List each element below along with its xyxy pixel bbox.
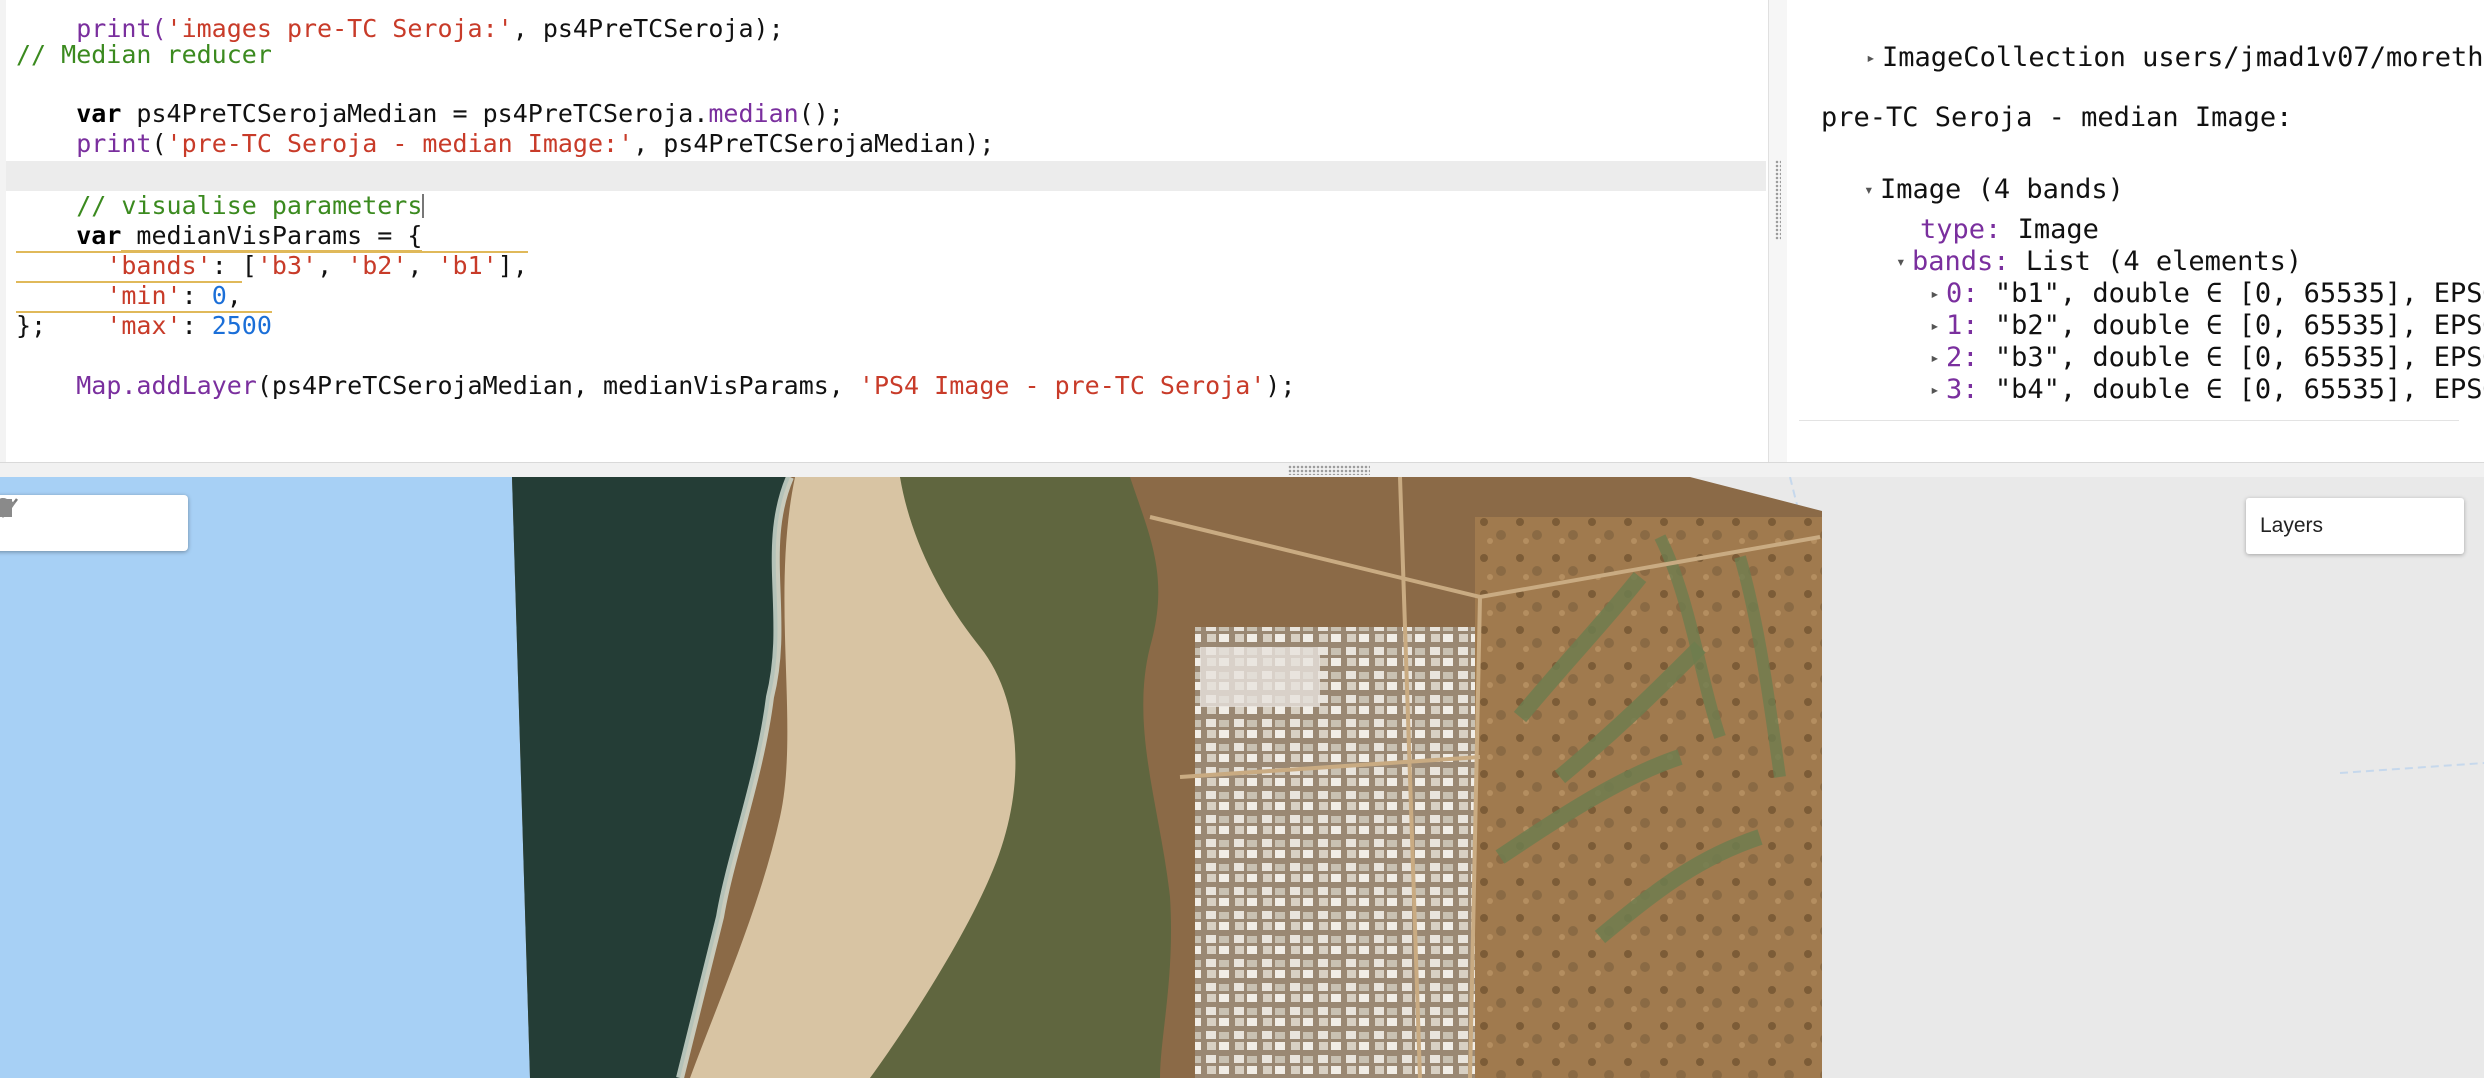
console-print-label: pre-TC Seroja - median Image: — [1821, 102, 2293, 133]
code-comment-vis[interactable]: // visualise parameters — [16, 161, 425, 220]
expand-triangle-icon[interactable]: ▸ — [1930, 374, 1946, 406]
ocean-area — [0, 477, 540, 1078]
console-bands-row[interactable]: ▾ bands: List (4 elements) — [1831, 214, 2302, 277]
editor-gutter — [0, 0, 6, 462]
code-token: 'images pre-TC Seroja:' — [166, 14, 513, 43]
code-token: , ps4PreTCSerojaMedian); — [633, 129, 995, 158]
code-token: ], — [497, 251, 528, 280]
editor-resize-handle[interactable] — [1768, 0, 1788, 462]
layers-button[interactable]: Layers — [2246, 498, 2464, 554]
map-view[interactable]: Layers — [0, 477, 2484, 1078]
console-key: 3: — [1946, 374, 1979, 405]
code-line-vis-open[interactable]: var medianVisParams = { — [16, 191, 423, 252]
code-token: ); — [1265, 371, 1296, 400]
console-collection-text: ImageCollection users/jmad1v07/morethanm… — [1882, 42, 2484, 73]
code-token: 'b1' — [437, 251, 498, 280]
console-band-row[interactable]: ▸2: "b3", double ∈ [0, 65535], EPSG:4326 — [1865, 310, 2484, 373]
grip-dots-icon — [1775, 160, 1781, 240]
grip-dots-icon — [1288, 465, 1370, 475]
code-token: (ps4PreTCSerojaMedian, medianVisParams, — [256, 371, 859, 400]
code-line-print-images[interactable]: print('images pre-TC Seroja:', ps4PreTCS… — [16, 0, 783, 43]
code-line-close[interactable]: }; — [16, 311, 46, 341]
code-line-bands[interactable]: 'bands': ['b3', 'b2', 'b1'], — [16, 221, 528, 280]
text-cursor — [422, 194, 425, 218]
code-editor[interactable]: print('images pre-TC Seroja:', ps4PreTCS… — [0, 0, 1768, 462]
basemap-area — [1815, 477, 2484, 1078]
code-token: , — [407, 251, 438, 280]
code-token: : — [181, 311, 212, 340]
drawing-toolbar — [0, 495, 188, 551]
code-comment-median[interactable]: // Median reducer — [16, 40, 272, 70]
rectangle-tool-button[interactable] — [0, 497, 189, 549]
console-panel[interactable]: ▸ImageCollection users/jmad1v07/morethan… — [1787, 0, 2484, 462]
code-token: 'PS4 Image - pre-TC Seroja' — [858, 371, 1266, 400]
code-line-min[interactable]: 'min': 0, — [16, 251, 242, 310]
code-token: Map.addLayer — [76, 371, 257, 400]
imagery-scrubland — [1475, 517, 1822, 1078]
code-line-max[interactable]: 'max': 2500 — [16, 281, 272, 340]
polygon-tool-button[interactable] — [0, 497, 139, 549]
line-tool-button[interactable] — [0, 497, 90, 549]
code-token: 'pre-TC Seroja - median Image:' — [166, 129, 634, 158]
console-separator — [1799, 420, 2459, 421]
code-token: 2500 — [211, 311, 272, 340]
code-token: print — [76, 129, 152, 158]
panel-resize-handle[interactable] — [0, 462, 2484, 478]
console-band-row[interactable]: ▸3: "b4", double ∈ [0, 65535], EPSG:4326 — [1865, 342, 2484, 405]
console-type-row: type: Image — [1855, 182, 2099, 245]
console-image-row[interactable]: ▾ Image (4 bands) — [1799, 142, 2124, 205]
console-value: "b4", double ∈ [0, 65535], EPSG:4326 — [1994, 374, 2484, 405]
code-token: 'b3' — [256, 251, 318, 280]
code-token: print( — [76, 14, 167, 43]
expand-triangle-icon[interactable]: ▸ — [1866, 42, 1882, 74]
code-token: 'b2' — [347, 251, 408, 280]
rectangle-icon — [0, 499, 12, 517]
console-band-row[interactable]: ▸0: "b1", double ∈ [0, 65535], EPSG:4326 — [1865, 246, 2484, 309]
code-token: 'max' — [106, 311, 182, 340]
code-token: ( — [151, 129, 167, 158]
code-token: , — [317, 251, 348, 280]
imagery-building — [1200, 647, 1320, 707]
code-line-median[interactable]: var ps4PreTCSerojaMedian = ps4PreTCSeroj… — [16, 69, 844, 128]
code-line-print-median[interactable]: print('pre-TC Seroja - median Image:', p… — [16, 99, 994, 158]
console-band-row[interactable]: ▸1: "b2", double ∈ [0, 65535], EPSG:4326 — [1865, 278, 2484, 341]
code-token: , ps4PreTCSeroja); — [512, 14, 784, 43]
code-line-addlayer[interactable]: Map.addLayer(ps4PreTCSerojaMedian, media… — [16, 341, 1295, 400]
console-collection-row[interactable]: ▸ImageCollection users/jmad1v07/morethan… — [1801, 10, 2484, 73]
satellite-imagery — [0, 477, 2484, 1078]
